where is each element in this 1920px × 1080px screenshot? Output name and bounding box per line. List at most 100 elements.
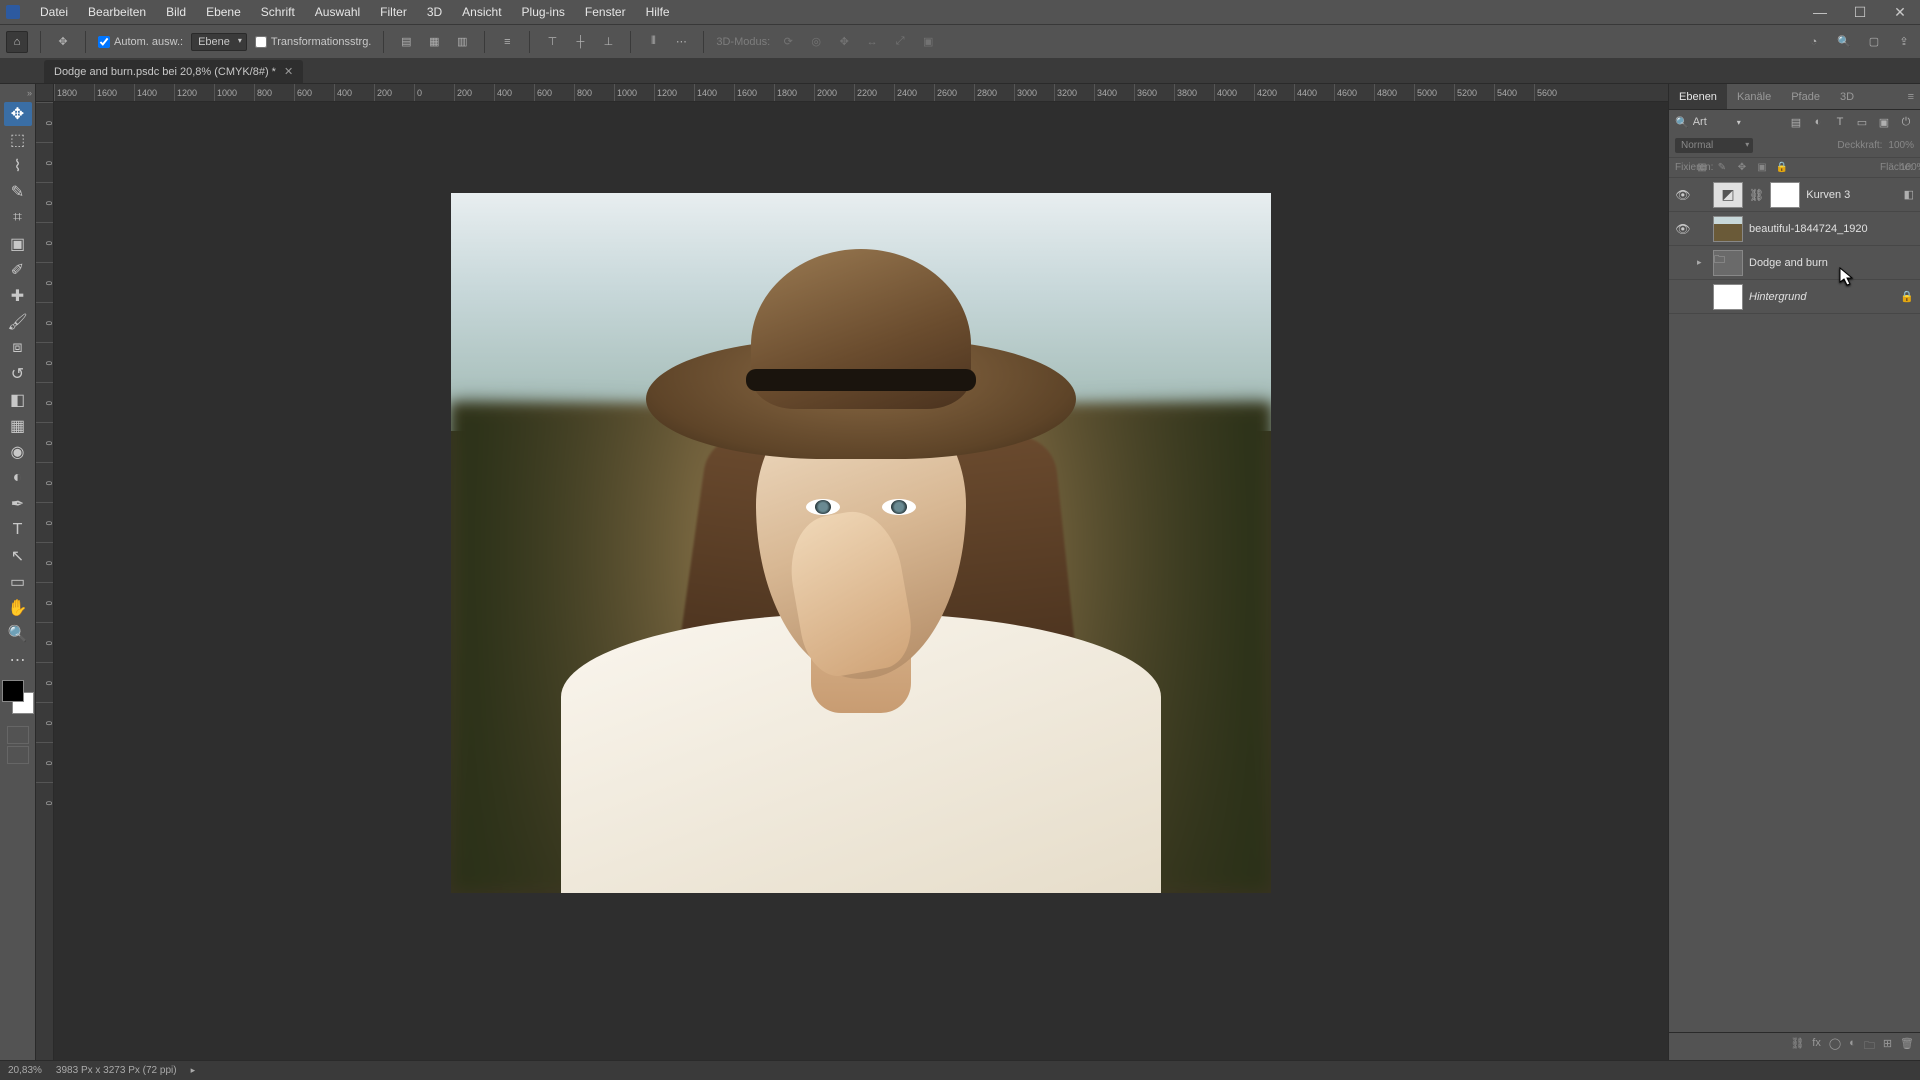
horizontal-ruler[interactable]: 1800160014001200100080060040020002004006… [36, 84, 1668, 102]
layer-name[interactable]: Kurven 3 [1806, 189, 1897, 201]
close-icon[interactable]: ✕ [1880, 4, 1920, 21]
menu-ebene[interactable]: Ebene [196, 5, 251, 19]
tab-kanaele[interactable]: Kanäle [1727, 84, 1781, 109]
menu-auswahl[interactable]: Auswahl [305, 5, 370, 19]
crop-tool[interactable]: ⌗ [4, 206, 32, 230]
align-right-icon[interactable]: ▥ [452, 32, 472, 52]
quickmask-mode-icon[interactable] [7, 746, 29, 764]
filter-shape-icon[interactable]: ▭ [1854, 114, 1870, 130]
layer-mask-thumb[interactable] [1770, 182, 1800, 208]
hand-tool[interactable]: ✋ [4, 596, 32, 620]
lock-artboard-icon[interactable]: ▣ [1755, 162, 1769, 173]
align-vcenter-icon[interactable]: ┼ [570, 32, 590, 52]
blur-tool[interactable]: ◉ [4, 440, 32, 464]
layer-thumb[interactable] [1713, 284, 1743, 310]
path-select-tool[interactable]: ↖ [4, 544, 32, 568]
standard-mode-icon[interactable] [7, 726, 29, 744]
menu-bearbeiten[interactable]: Bearbeiten [78, 5, 156, 19]
menu-bild[interactable]: Bild [156, 5, 196, 19]
auto-select-target-dropdown[interactable]: Ebene [191, 33, 247, 51]
share-icon[interactable]: ⇪ [1894, 32, 1914, 52]
layer-mask-icon[interactable]: ◯ [1829, 1037, 1841, 1056]
layer-name[interactable]: Hintergrund [1749, 291, 1894, 303]
filter-type-icon[interactable]: T [1832, 114, 1848, 130]
adjustment-thumb-icon[interactable]: ◩ [1713, 182, 1743, 208]
link-layers-icon[interactable]: ⛓ [1790, 1037, 1804, 1056]
minimize-icon[interactable]: — [1800, 4, 1840, 21]
visibility-toggle[interactable]: 👁 [1675, 188, 1691, 202]
auto-select-checkbox[interactable]: Autom. ausw.: [98, 36, 183, 48]
dropdown-icon[interactable]: ▾ [1737, 118, 1741, 127]
menu-hilfe[interactable]: Hilfe [636, 5, 680, 19]
eyedropper-tool[interactable]: ✐ [4, 258, 32, 282]
tab-3d[interactable]: 3D [1830, 84, 1864, 109]
layer-row[interactable]: 👁 ◩ ⛓ Kurven 3 ◧ [1669, 178, 1920, 212]
panel-menu-icon[interactable]: ≡ [1902, 91, 1920, 103]
canvas-viewport[interactable] [54, 102, 1668, 1060]
transform-controls-input[interactable] [255, 36, 267, 48]
menu-3d[interactable]: 3D [417, 5, 452, 19]
transform-controls-checkbox[interactable]: Transformationsstrg. [255, 36, 371, 48]
layer-row[interactable]: Hintergrund 🔒 [1669, 280, 1920, 314]
mask-link-icon[interactable]: ⛓ [1749, 188, 1764, 202]
fill-value[interactable]: 100% [1900, 162, 1914, 173]
zoom-tool[interactable]: 🔍 [4, 622, 32, 646]
filter-smart-icon[interactable]: ▣ [1876, 114, 1892, 130]
gradient-tool[interactable]: ▦ [4, 414, 32, 438]
align-center-icon[interactable]: ▦ [424, 32, 444, 52]
lock-position-icon[interactable]: ✎ [1715, 162, 1729, 173]
visibility-toggle[interactable]: 👁 [1675, 222, 1691, 236]
filter-adjust-icon[interactable]: ◐ [1810, 114, 1826, 130]
delete-layer-icon[interactable]: 🗑 [1900, 1037, 1914, 1056]
toolbar-expand-icon[interactable]: » [27, 88, 35, 98]
marquee-tool[interactable]: ⬚ [4, 128, 32, 152]
move-tool[interactable]: ✥ [4, 102, 32, 126]
menu-filter[interactable]: Filter [370, 5, 417, 19]
align-top-icon[interactable]: ⊤ [542, 32, 562, 52]
zoom-level[interactable]: 20,83% [8, 1065, 42, 1076]
layer-name[interactable]: Dodge and burn [1749, 257, 1914, 269]
layer-kind-filter[interactable] [1693, 116, 1733, 128]
distribute-v-icon[interactable]: ⫴ [643, 32, 663, 52]
status-more-icon[interactable]: ▸ [191, 1065, 196, 1076]
menu-datei[interactable]: Datei [30, 5, 78, 19]
lock-move-icon[interactable]: ✥ [1735, 162, 1749, 173]
layer-row[interactable]: ▸ 🗀 Dodge and burn [1669, 246, 1920, 280]
menu-plugins[interactable]: Plug-ins [512, 5, 575, 19]
tab-pfade[interactable]: Pfade [1781, 84, 1830, 109]
align-left-icon[interactable]: ▤ [396, 32, 416, 52]
clone-stamp-tool[interactable]: ⧈ [4, 336, 32, 360]
search-app-icon[interactable]: 🔍 [1834, 32, 1854, 52]
menu-ansicht[interactable]: Ansicht [452, 5, 511, 19]
smart-object-thumb[interactable] [1713, 216, 1743, 242]
more-options-icon[interactable]: ⋯ [671, 32, 691, 52]
filter-toggle-icon[interactable]: ⏻ [1898, 114, 1914, 130]
group-expand-icon[interactable]: ▸ [1697, 257, 1707, 268]
rectangle-tool[interactable]: ▭ [4, 570, 32, 594]
layer-row[interactable]: 👁 beautiful-1844724_1920 [1669, 212, 1920, 246]
frame-tool[interactable]: ▣ [4, 232, 32, 256]
brush-tool[interactable]: 🖌 [4, 310, 32, 334]
group-folder-icon[interactable]: 🗀 [1713, 250, 1743, 276]
color-swatches[interactable] [2, 680, 34, 714]
adjustment-layer-icon[interactable]: ◐ [1849, 1037, 1856, 1056]
workspace-icon[interactable]: ▢ [1864, 32, 1884, 52]
edit-toolbar-icon[interactable]: ⋯ [4, 648, 32, 672]
dodge-tool[interactable]: ◐ [4, 466, 32, 490]
auto-select-input[interactable] [98, 36, 110, 48]
filter-pixel-icon[interactable]: ▤ [1788, 114, 1804, 130]
maximize-icon[interactable]: ☐ [1840, 4, 1880, 21]
layer-fx-icon[interactable]: ◧ [1904, 188, 1914, 201]
tab-ebenen[interactable]: Ebenen [1669, 84, 1727, 109]
layer-style-icon[interactable]: fx [1812, 1037, 1821, 1056]
lock-icon[interactable]: 🔒 [1900, 290, 1914, 303]
healing-brush-tool[interactable]: ✚ [4, 284, 32, 308]
vertical-ruler[interactable]: 000000000000000000 [36, 102, 54, 1060]
distribute-icon[interactable]: ≡ [497, 32, 517, 52]
quick-select-tool[interactable]: ✎ [4, 180, 32, 204]
foreground-color-swatch[interactable] [2, 680, 24, 702]
align-bottom-icon[interactable]: ⊥ [598, 32, 618, 52]
lock-all-icon[interactable]: 🔒 [1775, 162, 1789, 173]
blend-mode-dropdown[interactable]: Normal [1675, 138, 1753, 153]
lock-pixels-icon[interactable]: ▦ [1695, 162, 1709, 173]
